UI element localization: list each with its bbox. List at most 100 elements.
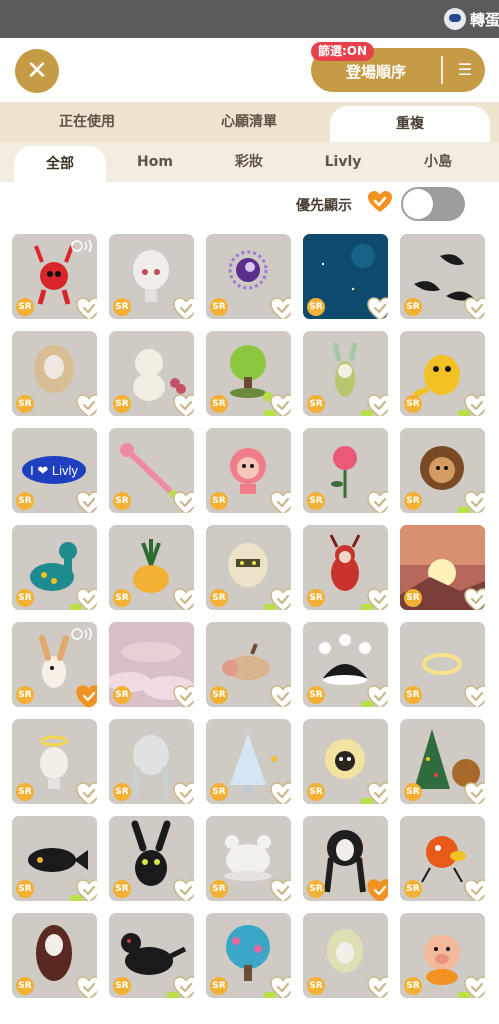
heart-icon[interactable] (464, 491, 485, 513)
tab-hom[interactable]: Hom (110, 142, 200, 182)
heart-icon[interactable] (464, 588, 485, 610)
tab-livly[interactable]: Livly (298, 142, 388, 182)
rarity-badge: SR (210, 783, 228, 801)
item-tile-black-dragon[interactable]: SR (109, 913, 194, 998)
item-tile-teal-dino[interactable]: SR (12, 525, 97, 610)
item-tile-black-braids[interactable]: SR (303, 816, 388, 901)
rarity-badge: SR (113, 686, 131, 704)
item-tile-black-bunny[interactable]: SR (109, 816, 194, 901)
item-tile-angel-head[interactable]: SR (12, 719, 97, 804)
item-tile-red-dragon-livly[interactable]: SR (303, 525, 388, 610)
heart-icon[interactable] (270, 879, 291, 901)
heart-icon[interactable] (367, 588, 388, 610)
item-tile-pineapple[interactable]: SR (109, 525, 194, 610)
tab-all[interactable]: 全部 (14, 146, 106, 182)
item-tile-green-tree[interactable]: SR (206, 331, 291, 416)
heart-icon[interactable] (76, 297, 97, 319)
tab-duplicates[interactable]: 重複 (330, 106, 490, 142)
rarity-badge: SR (404, 686, 422, 704)
heart-icon[interactable] (270, 685, 291, 707)
heart-icon[interactable] (464, 685, 485, 707)
item-tile-livly-sign[interactable]: I ❤ Livly SR (12, 428, 97, 513)
item-tile-teddy-bear[interactable]: SR (109, 331, 194, 416)
item-tile-black-feathers[interactable]: SR (400, 234, 485, 319)
heart-icon[interactable] (76, 394, 97, 416)
tab-wishlist[interactable]: 心願清單 (176, 102, 322, 142)
heart-icon[interactable] (76, 976, 97, 998)
item-tile-pale-braids[interactable]: SR (109, 719, 194, 804)
mascot-icon (444, 8, 466, 30)
heart-icon[interactable] (173, 782, 194, 804)
item-tile-rose[interactable]: SR (303, 428, 388, 513)
rarity-badge: SR (210, 298, 228, 316)
heart-icon[interactable] (270, 588, 291, 610)
item-tile-pink-clouds[interactable]: SR (109, 622, 194, 707)
item-tile-bunny-livly[interactable]: SR (12, 622, 97, 707)
heart-icon[interactable] (270, 782, 291, 804)
heart-icon[interactable] (173, 976, 194, 998)
item-tile-green-short-hair[interactable]: SR (303, 913, 388, 998)
heart-icon[interactable] (367, 782, 388, 804)
heart-icon[interactable] (76, 782, 97, 804)
item-tile-snow-tree[interactable]: SR (206, 719, 291, 804)
item-tile-purple-moon-orb[interactable]: SR (206, 234, 291, 319)
item-tile-orange-bird[interactable]: SR (400, 816, 485, 901)
heart-icon[interactable] (464, 782, 485, 804)
item-tile-blonde-curls[interactable]: SR (12, 331, 97, 416)
item-tile-boar-livly[interactable]: SR (206, 622, 291, 707)
close-button[interactable]: ✕ (15, 49, 59, 93)
item-tile-long-brown-hair[interactable]: SR (12, 913, 97, 998)
item-tile-sheep-livly[interactable]: SR (303, 719, 388, 804)
heart-icon[interactable] (76, 879, 97, 901)
heart-check-icon (368, 191, 392, 212)
item-tile-red-deer-livly[interactable]: SR (12, 234, 97, 319)
heart-icon[interactable] (270, 976, 291, 998)
heart-icon[interactable] (367, 394, 388, 416)
heart-icon[interactable] (173, 879, 194, 901)
heart-icon[interactable] (464, 394, 485, 416)
sound-icon[interactable] (70, 238, 94, 253)
heart-icon[interactable] (367, 685, 388, 707)
rarity-badge: SR (16, 395, 34, 413)
heart-icon[interactable] (367, 976, 388, 998)
item-tile-pink-heart-livly[interactable]: SR (206, 428, 291, 513)
item-tile-christmas-tree[interactable]: SR (400, 719, 485, 804)
tab-in-use[interactable]: 正在使用 (14, 102, 160, 142)
item-tile-sunset-mountain[interactable]: SR (400, 525, 485, 610)
heart-icon[interactable] (367, 491, 388, 513)
heart-icon[interactable] (464, 976, 485, 998)
heart-icon[interactable] (464, 879, 485, 901)
item-tile-halo[interactable]: SR (400, 622, 485, 707)
heart-icon[interactable] (270, 394, 291, 416)
item-tile-pig-livly[interactable]: SR (400, 913, 485, 998)
rarity-badge: SR (113, 298, 131, 316)
item-tile-lion-livly[interactable]: SR (400, 428, 485, 513)
priority-toggle[interactable] (401, 187, 465, 221)
heart-icon[interactable] (173, 685, 194, 707)
heart-checked-icon[interactable] (76, 685, 97, 707)
heart-icon[interactable] (173, 491, 194, 513)
tab-makeup[interactable]: 彩妝 (204, 142, 294, 182)
heart-icon[interactable] (173, 588, 194, 610)
heart-icon[interactable] (270, 297, 291, 319)
heart-checked-icon[interactable] (367, 879, 388, 901)
heart-icon[interactable] (76, 588, 97, 610)
item-tile-night-sky[interactable]: SR (303, 234, 388, 319)
heart-icon[interactable] (270, 491, 291, 513)
tab-island[interactable]: 小島 (392, 142, 484, 182)
item-tile-pink-flower-wand[interactable]: SR (109, 428, 194, 513)
sound-icon[interactable] (70, 626, 94, 641)
item-tile-jester-hat[interactable]: SR (303, 622, 388, 707)
heart-icon[interactable] (464, 297, 485, 319)
item-tile-blue-flower-tree[interactable]: SR (206, 913, 291, 998)
item-tile-bunny-plant[interactable]: SR (303, 331, 388, 416)
item-tile-fluffy-hat[interactable]: SR (206, 816, 291, 901)
heart-icon[interactable] (76, 491, 97, 513)
item-tile-yellow-livly[interactable]: SR (400, 331, 485, 416)
item-tile-mummy-livly[interactable]: SR (206, 525, 291, 610)
item-tile-white-head[interactable]: SR (109, 234, 194, 319)
item-tile-black-fish[interactable]: SR (12, 816, 97, 901)
heart-icon[interactable] (367, 297, 388, 319)
heart-icon[interactable] (173, 394, 194, 416)
heart-icon[interactable] (173, 297, 194, 319)
